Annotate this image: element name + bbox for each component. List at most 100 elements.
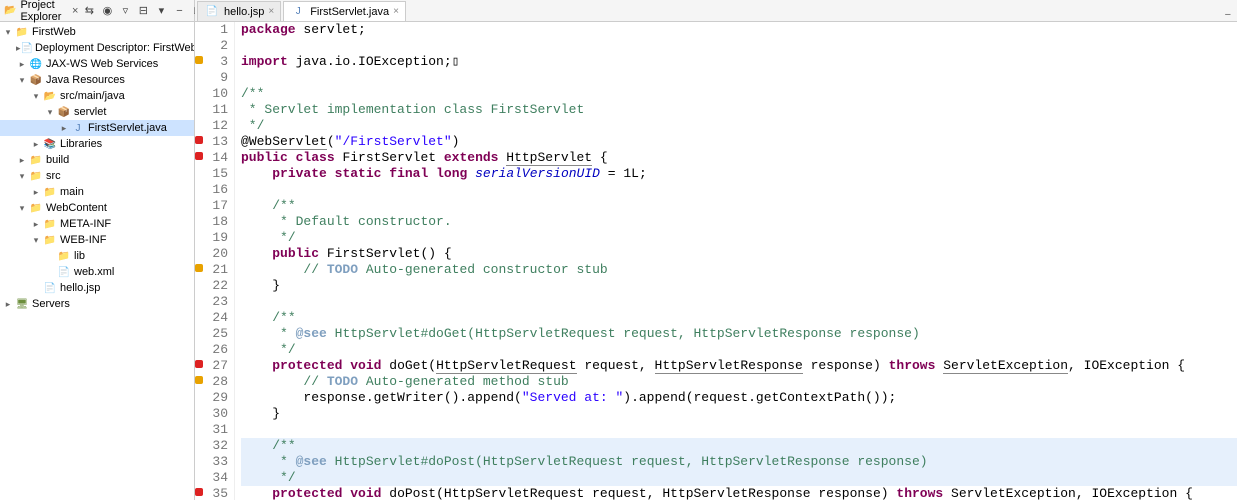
code-line[interactable]: */ xyxy=(241,342,1237,358)
explorer-header: 📂 Project Explorer × ⇆ ◉ ▿ ⊟ ▾ − □ xyxy=(0,0,194,22)
view-menu-icon[interactable]: ▾ xyxy=(153,3,169,19)
code-line[interactable]: } xyxy=(241,278,1237,294)
code-line[interactable]: */ xyxy=(241,470,1237,486)
expand-icon[interactable]: ▸ xyxy=(2,299,14,310)
error-marker-icon[interactable] xyxy=(195,152,203,160)
code-line[interactable]: * @see HttpServlet#doPost(HttpServletReq… xyxy=(241,454,1237,470)
warn-marker-icon[interactable] xyxy=(195,376,203,384)
error-marker-icon[interactable] xyxy=(195,488,203,496)
expand-icon[interactable]: ▸ xyxy=(16,59,28,70)
code-line[interactable]: * Servlet implementation class FirstServ… xyxy=(241,102,1237,118)
code-content[interactable]: package servlet; import java.io.IOExcept… xyxy=(235,22,1237,500)
tree-node-servlet[interactable]: ▾📦servlet xyxy=(0,104,194,120)
editor-minimize-icon[interactable]: − xyxy=(1219,9,1237,21)
tab-firstservlet-java[interactable]: JFirstServlet.java× xyxy=(283,1,406,21)
error-marker-icon[interactable] xyxy=(195,136,203,144)
tree-label: WebContent xyxy=(44,202,107,214)
code-line[interactable]: // TODO Auto-generated constructor stub xyxy=(241,262,1237,278)
tree-label: web.xml xyxy=(72,266,114,278)
warn-marker-icon[interactable] xyxy=(195,264,203,272)
code-line[interactable]: protected void doGet(HttpServletRequest … xyxy=(241,358,1237,374)
tree-node-lib[interactable]: 📁lib xyxy=(0,248,194,264)
tree-node-src-main-java[interactable]: ▾📂src/main/java xyxy=(0,88,194,104)
tree-node-firstweb[interactable]: ▾📁FirstWeb xyxy=(0,24,194,40)
code-line[interactable]: package servlet; xyxy=(241,22,1237,38)
expand-icon[interactable]: ▸ xyxy=(30,187,42,198)
code-line[interactable]: response.getWriter().append("Served at: … xyxy=(241,390,1237,406)
code-line[interactable]: */ xyxy=(241,230,1237,246)
warn-marker-icon[interactable] xyxy=(195,56,203,64)
expand-icon[interactable]: ▾ xyxy=(16,171,28,182)
pkg-icon: 📦 xyxy=(56,104,72,120)
expand-icon[interactable]: ▾ xyxy=(30,235,42,246)
tree-label: FirstWeb xyxy=(30,26,76,38)
code-line[interactable] xyxy=(241,38,1237,54)
tree-node-main[interactable]: ▸📁main xyxy=(0,184,194,200)
code-line[interactable] xyxy=(241,422,1237,438)
java-icon: 📦 xyxy=(28,72,44,88)
tree-node-hello-jsp[interactable]: 📄hello.jsp xyxy=(0,280,194,296)
expand-icon[interactable]: ▸ xyxy=(16,155,28,166)
code-line[interactable]: public class FirstServlet extends HttpSe… xyxy=(241,150,1237,166)
code-editor[interactable]: 1239101112131415161718192021222324252627… xyxy=(195,22,1237,500)
code-line[interactable]: public FirstServlet() { xyxy=(241,246,1237,262)
code-line[interactable] xyxy=(241,182,1237,198)
code-line[interactable]: /** xyxy=(241,438,1237,454)
tree-node-libraries[interactable]: ▸📚Libraries xyxy=(0,136,194,152)
link-editor-icon[interactable]: ⇆ xyxy=(81,3,97,19)
code-line[interactable] xyxy=(241,294,1237,310)
explorer-close-button[interactable]: × xyxy=(69,5,81,17)
tree-node-servers[interactable]: ▸🖥Servers xyxy=(0,296,194,312)
tree-label: lib xyxy=(72,250,85,262)
tree-label: FirstServlet.java xyxy=(86,122,167,134)
tree-node-deployment-descriptor-firstweb[interactable]: ▸📄Deployment Descriptor: FirstWeb xyxy=(0,40,194,56)
tree-node-firstservlet-java[interactable]: ▸JFirstServlet.java xyxy=(0,120,194,136)
filter-icon[interactable]: ▿ xyxy=(117,3,133,19)
expand-icon[interactable]: ▾ xyxy=(2,27,14,38)
code-line[interactable]: @WebServlet("/FirstServlet") xyxy=(241,134,1237,150)
gutter-line: 26 xyxy=(195,342,234,358)
tree-node-web-inf[interactable]: ▾📁WEB-INF xyxy=(0,232,194,248)
tree-node-jax-ws-web-services[interactable]: ▸🌐JAX-WS Web Services xyxy=(0,56,194,72)
gutter-line: 29 xyxy=(195,390,234,406)
expand-icon[interactable]: ▸ xyxy=(58,123,70,134)
expand-icon[interactable]: ▾ xyxy=(30,91,42,102)
expand-icon[interactable]: ▾ xyxy=(16,75,28,86)
project-tree[interactable]: ▾📁FirstWeb▸📄Deployment Descriptor: First… xyxy=(0,22,194,500)
error-marker-icon[interactable] xyxy=(195,360,203,368)
minimize-icon[interactable]: − xyxy=(171,3,187,19)
code-line[interactable]: private static final long serialVersionU… xyxy=(241,166,1237,182)
tab-hello-jsp[interactable]: 📄hello.jsp× xyxy=(197,1,281,21)
focus-icon[interactable]: ◉ xyxy=(99,3,115,19)
code-line[interactable]: import java.io.IOException;▯ xyxy=(241,54,1237,70)
tree-node-src[interactable]: ▾📁src xyxy=(0,168,194,184)
expand-icon[interactable]: ▾ xyxy=(16,203,28,214)
tree-label: Servers xyxy=(30,298,70,310)
code-line[interactable]: } xyxy=(241,406,1237,422)
code-line[interactable]: protected void doPost(HttpServletRequest… xyxy=(241,486,1237,500)
tree-node-webcontent[interactable]: ▾📁WebContent xyxy=(0,200,194,216)
expand-icon[interactable]: ▸ xyxy=(30,139,42,150)
code-line[interactable]: * @see HttpServlet#doGet(HttpServletRequ… xyxy=(241,326,1237,342)
lib-icon: 📚 xyxy=(42,136,58,152)
tree-node-meta-inf[interactable]: ▸📁META-INF xyxy=(0,216,194,232)
tree-node-web-xml[interactable]: 📄web.xml xyxy=(0,264,194,280)
code-line[interactable]: * Default constructor. xyxy=(241,214,1237,230)
folder-icon: 📁 xyxy=(28,152,44,168)
gutter-line: 19 xyxy=(195,230,234,246)
folder-icon: 📁 xyxy=(56,248,72,264)
code-line[interactable]: /** xyxy=(241,310,1237,326)
tree-node-build[interactable]: ▸📁build xyxy=(0,152,194,168)
code-line[interactable]: /** xyxy=(241,198,1237,214)
code-line[interactable]: */ xyxy=(241,118,1237,134)
code-line[interactable]: /** xyxy=(241,86,1237,102)
collapse-all-icon[interactable]: ⊟ xyxy=(135,3,151,19)
expand-icon[interactable]: ▾ xyxy=(44,107,56,118)
tab-close-icon[interactable]: × xyxy=(268,6,274,17)
tab-close-icon[interactable]: × xyxy=(393,6,399,17)
code-line[interactable] xyxy=(241,70,1237,86)
folder-icon: 📁 xyxy=(14,24,30,40)
tree-node-java-resources[interactable]: ▾📦Java Resources xyxy=(0,72,194,88)
expand-icon[interactable]: ▸ xyxy=(30,219,42,230)
code-line[interactable]: // TODO Auto-generated method stub xyxy=(241,374,1237,390)
